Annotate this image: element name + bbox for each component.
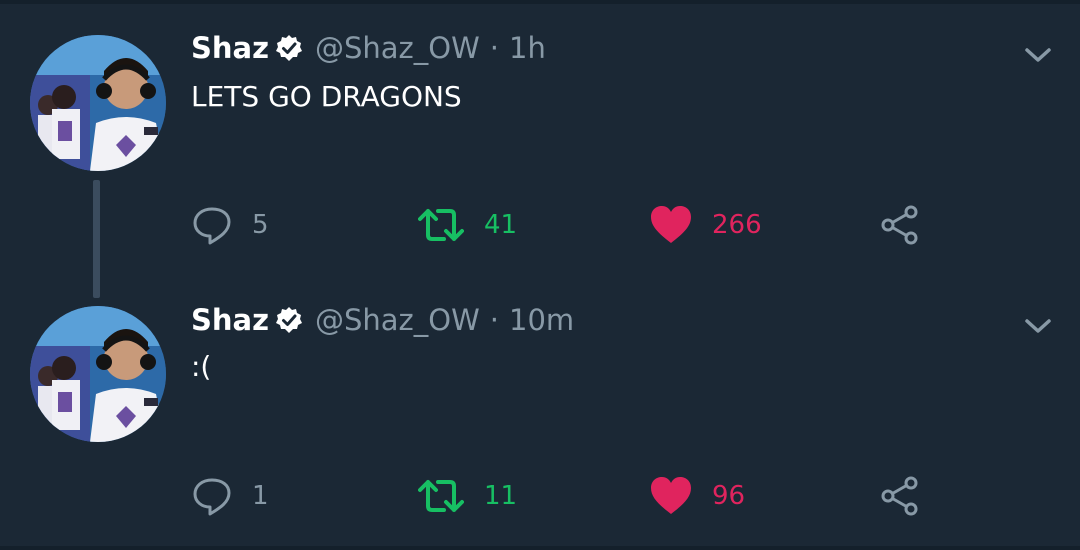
reply-icon xyxy=(193,207,231,245)
tweet-header: Shaz @Shaz_OW · 1h xyxy=(191,28,546,68)
timestamp[interactable]: 10m xyxy=(509,303,574,337)
bottom-border xyxy=(0,546,1080,550)
share-button[interactable] xyxy=(880,203,920,247)
reply-count: 1 xyxy=(252,481,269,511)
chevron-down-icon[interactable] xyxy=(1024,45,1052,65)
reply-button[interactable]: 5 xyxy=(192,203,269,247)
retweet-count: 41 xyxy=(484,210,518,240)
retweet-button[interactable]: 11 xyxy=(418,474,517,518)
tweet-text: :( xyxy=(191,350,212,383)
verified-badge-icon xyxy=(275,34,303,62)
verified-badge-icon xyxy=(275,306,303,334)
reply-count: 5 xyxy=(252,210,269,240)
like-button[interactable]: 96 xyxy=(650,474,745,518)
retweet-count: 11 xyxy=(484,481,518,511)
avatar[interactable] xyxy=(30,306,166,442)
retweet-button[interactable]: 41 xyxy=(418,203,517,247)
tweet-text: LETS GO DRAGONS xyxy=(191,80,462,113)
user-handle[interactable]: @Shaz_OW xyxy=(315,31,480,65)
retweet-icon xyxy=(418,209,464,241)
retweet-icon xyxy=(418,480,464,512)
share-icon xyxy=(881,476,918,516)
like-count: 96 xyxy=(712,481,746,511)
separator-dot: · xyxy=(489,31,499,65)
chevron-down-icon[interactable] xyxy=(1024,316,1052,336)
tweet-2[interactable]: Shaz @Shaz_OW · 10m :( 1 11 96 xyxy=(0,272,1080,544)
avatar[interactable] xyxy=(30,35,166,171)
display-name[interactable]: Shaz xyxy=(191,31,269,65)
like-count: 266 xyxy=(712,210,762,240)
tweet-header: Shaz @Shaz_OW · 10m xyxy=(191,300,574,340)
reply-button[interactable]: 1 xyxy=(192,474,269,518)
separator-dot: · xyxy=(489,303,499,337)
like-button[interactable]: 266 xyxy=(650,203,762,247)
reply-icon xyxy=(193,478,231,516)
share-button[interactable] xyxy=(880,474,920,518)
avatar-image xyxy=(30,35,166,171)
heart-icon xyxy=(651,477,691,514)
user-handle[interactable]: @Shaz_OW xyxy=(315,303,480,337)
share-icon xyxy=(881,205,918,245)
timestamp[interactable]: 1h xyxy=(509,31,546,65)
avatar-image xyxy=(30,306,166,442)
display-name[interactable]: Shaz xyxy=(191,303,269,337)
tweet-1[interactable]: Shaz @Shaz_OW · 1h LETS GO DRAGONS 5 41 xyxy=(0,0,1080,298)
heart-icon xyxy=(651,206,691,243)
